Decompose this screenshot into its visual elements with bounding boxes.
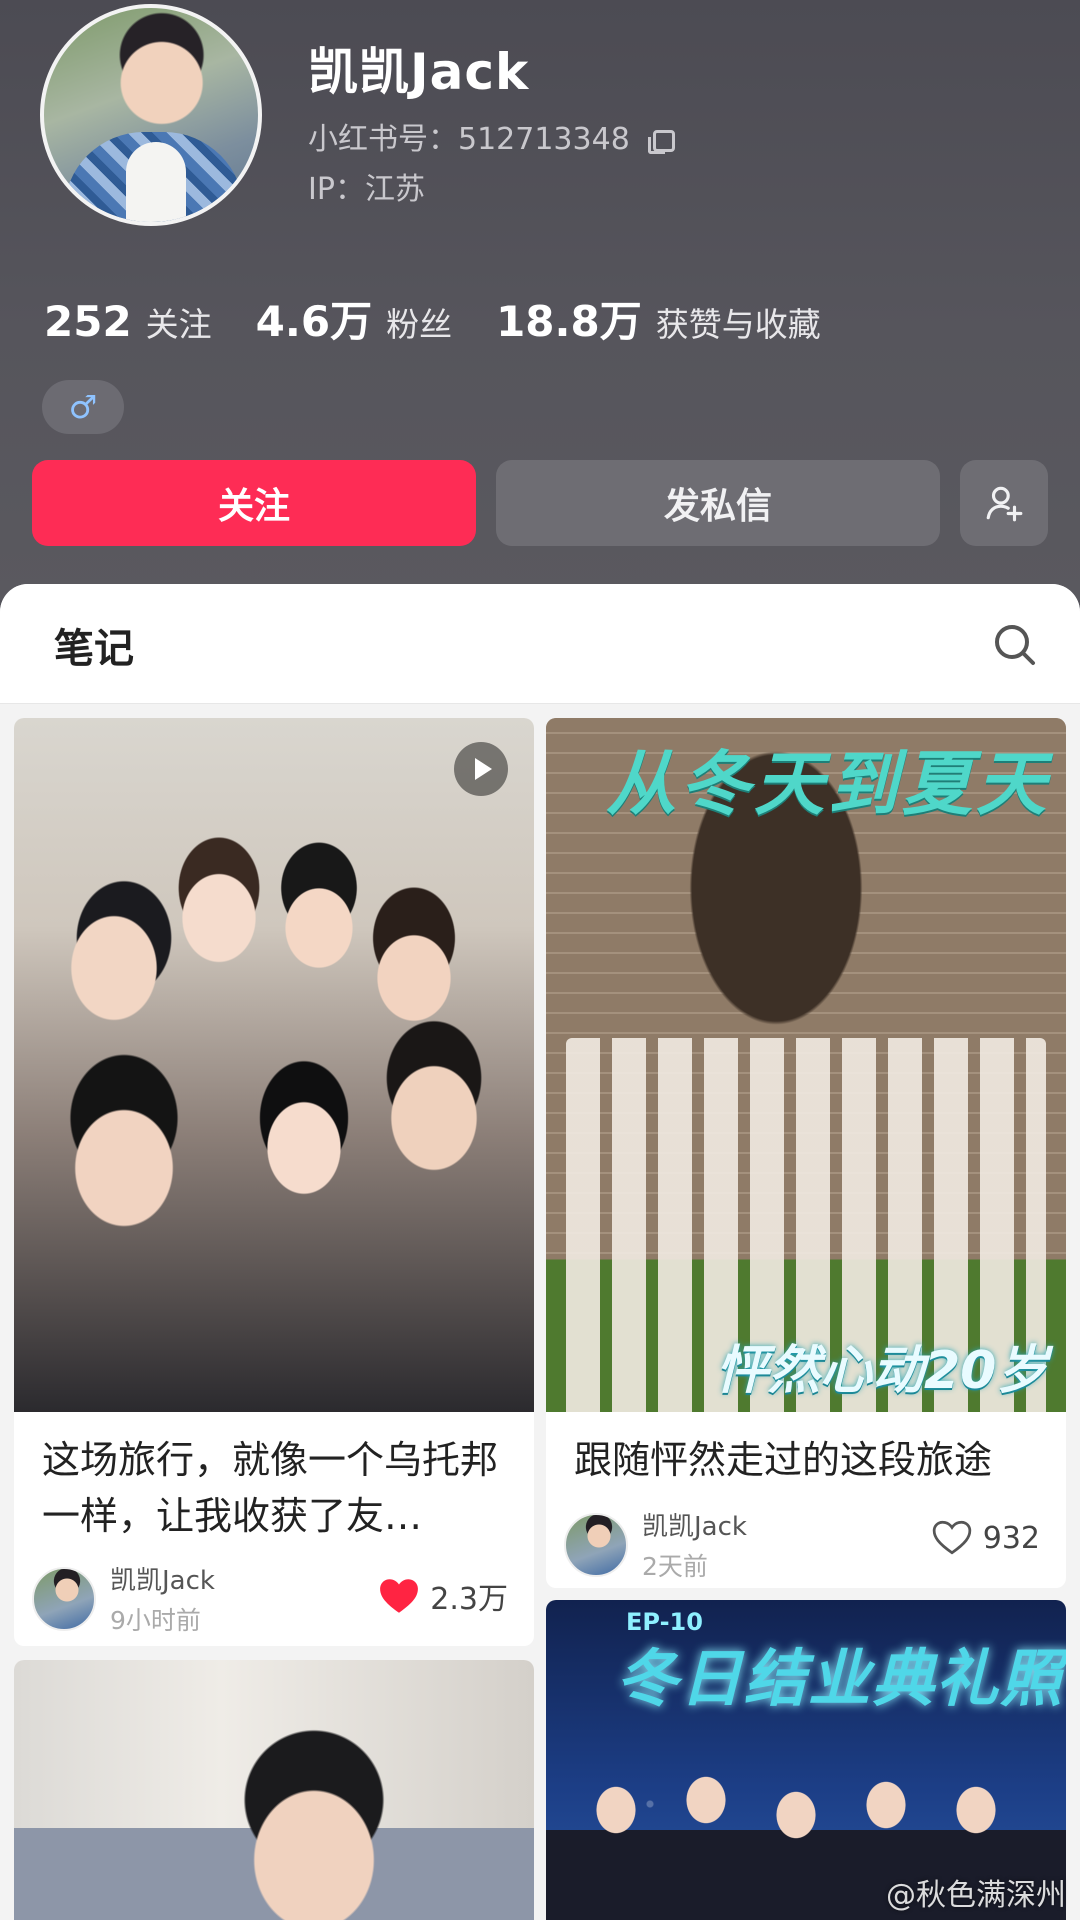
notes-panel: 笔记 这场旅行，就像一个乌托邦一样，让我收获了友… 凯凯Jack 9小时前 2.… [0, 584, 1080, 1920]
cover-title-text: 从冬天到夏天 [606, 743, 1050, 825]
stats-row: 252 关注 4.6万 粉丝 18.8万 获赞与收藏 [44, 288, 865, 349]
author-info: 凯凯Jack 2天前 [642, 1506, 747, 1583]
author-name: 凯凯Jack [642, 1512, 747, 1542]
stat-followers-value: 4.6万 [255, 297, 373, 346]
stat-likes-label: 获赞与收藏 [655, 305, 821, 344]
stat-likes-value: 18.8万 [496, 297, 642, 346]
note-title: 跟随怦然走过的这段旅途 [574, 1438, 993, 1482]
post-time: 2天前 [642, 1552, 708, 1581]
stat-following-label: 关注 [145, 305, 212, 344]
show-logo: 怦然心动20岁 [716, 1341, 1049, 1401]
author-info: 凯凯Jack 9小时前 [110, 1560, 215, 1637]
message-button[interactable]: 发私信 [496, 460, 940, 546]
stat-following[interactable]: 252 关注 [44, 297, 212, 346]
like-button[interactable]: 932 [931, 1518, 1040, 1558]
video-play-icon [454, 742, 508, 796]
username: 凯凯Jack [308, 43, 530, 101]
search-icon[interactable] [990, 620, 1040, 670]
note-cover-image: 从冬天到夏天 怦然心动20岁 [546, 718, 1066, 1412]
like-button[interactable]: 2.3万 [378, 1574, 508, 1618]
note-cover-image [14, 1660, 534, 1920]
xhs-id-line: 小红书号：512713348 [308, 114, 676, 158]
note-title: 这场旅行，就像一个乌托邦一样，让我收获了友… [42, 1438, 499, 1538]
stat-followers[interactable]: 4.6万 粉丝 [256, 288, 452, 349]
avatar[interactable] [40, 4, 262, 226]
profile-page: 凯凯Jack 小红书号：512713348 IP：江苏 252 关注 4.6万 … [0, 0, 1080, 1920]
stat-likes-collects[interactable]: 18.8万 获赞与收藏 [496, 288, 821, 349]
stat-followers-label: 粉丝 [386, 305, 453, 344]
like-count: 2.3万 [430, 1582, 508, 1617]
add-friend-button[interactable] [960, 460, 1048, 546]
add-user-icon [986, 486, 1023, 522]
note-cover-image [14, 718, 534, 1412]
ip-location: IP：江苏 [308, 172, 425, 207]
heart-outline-icon [932, 1520, 971, 1555]
like-count: 932 [982, 1520, 1040, 1556]
notes-tab-bar: 笔记 [0, 584, 1080, 704]
profile-header: 凯凯Jack 小红书号：512713348 IP：江苏 252 关注 4.6万 … [0, 0, 1080, 600]
author-avatar [564, 1512, 628, 1577]
male-icon: ♂ [42, 380, 124, 434]
author-avatar [32, 1566, 96, 1631]
note-card[interactable]: 从冬天到夏天 怦然心动20岁 跟随怦然走过的这段旅途 凯凯Jack 2天前 93… [546, 718, 1066, 1588]
heart-filled-icon [380, 1579, 419, 1613]
note-author[interactable]: 凯凯Jack 9小时前 [32, 1560, 215, 1637]
stat-following-value: 252 [44, 297, 132, 346]
avatar-tee [126, 142, 186, 222]
note-card[interactable] [14, 1660, 534, 1920]
copy-icon[interactable] [648, 130, 676, 154]
xhs-id-text: 小红书号：512713348 [308, 122, 630, 157]
cover-title-text: 冬日结业典礼照 [616, 1642, 1065, 1715]
follow-button[interactable]: 关注 [32, 460, 476, 546]
watermark: @秋色满深州 [886, 1878, 1066, 1913]
post-time: 9小时前 [110, 1606, 201, 1635]
note-author[interactable]: 凯凯Jack 2天前 [564, 1506, 747, 1583]
note-card[interactable]: 这场旅行，就像一个乌托邦一样，让我收获了友… 凯凯Jack 9小时前 2.3万 [14, 718, 534, 1646]
author-name: 凯凯Jack [110, 1566, 215, 1596]
tab-notes[interactable]: 笔记 [54, 616, 134, 674]
